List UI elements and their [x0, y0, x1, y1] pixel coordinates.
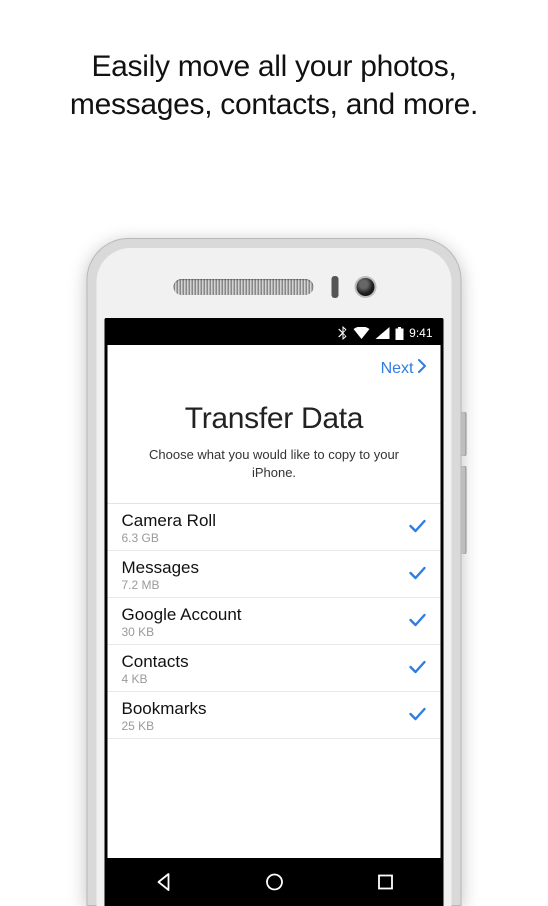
item-size: 25 KB	[122, 719, 409, 733]
item-name: Google Account	[122, 605, 409, 625]
chevron-right-icon	[418, 359, 427, 378]
phone-screen: 9:41 Next Transfer Data Choose what you …	[105, 318, 444, 906]
wifi-icon	[353, 327, 369, 339]
power-button	[462, 412, 467, 456]
item-name: Bookmarks	[122, 699, 409, 719]
recents-icon[interactable]	[374, 871, 396, 893]
screen-subtitle: Choose what you would like to copy to yo…	[108, 436, 441, 503]
check-icon	[409, 519, 427, 538]
item-name: Contacts	[122, 652, 409, 672]
check-icon	[409, 660, 427, 679]
front-camera	[357, 278, 375, 296]
screen-title: Transfer Data	[108, 402, 441, 436]
check-icon	[409, 613, 427, 632]
volume-button	[462, 466, 467, 554]
check-icon	[409, 707, 427, 726]
check-icon	[409, 566, 427, 585]
item-name: Camera Roll	[122, 511, 409, 531]
battery-icon	[395, 327, 403, 340]
next-label: Next	[381, 360, 414, 378]
speaker-grille	[174, 279, 314, 295]
next-button[interactable]: Next	[381, 359, 427, 378]
item-size: 30 KB	[122, 625, 409, 639]
transfer-list: Camera Roll 6.3 GB Messages 7.2 MB	[108, 503, 441, 739]
bluetooth-icon	[337, 326, 347, 340]
marketing-headline: Easily move all your photos, messages, c…	[0, 0, 548, 123]
phone-earpiece-row	[105, 262, 444, 312]
sensor-slit	[332, 276, 339, 298]
phone-mockup: 9:41 Next Transfer Data Choose what you …	[87, 238, 462, 906]
item-size: 6.3 GB	[122, 531, 409, 545]
list-item[interactable]: Google Account 30 KB	[108, 598, 441, 645]
android-status-bar: 9:41	[108, 321, 441, 345]
item-name: Messages	[122, 558, 409, 578]
list-item[interactable]: Camera Roll 6.3 GB	[108, 504, 441, 551]
item-size: 4 KB	[122, 672, 409, 686]
item-size: 7.2 MB	[122, 578, 409, 592]
list-item[interactable]: Bookmarks 25 KB	[108, 692, 441, 739]
cell-signal-icon	[375, 327, 389, 339]
list-item[interactable]: Messages 7.2 MB	[108, 551, 441, 598]
status-time: 9:41	[409, 326, 432, 340]
list-item[interactable]: Contacts 4 KB	[108, 645, 441, 692]
home-icon[interactable]	[263, 871, 285, 893]
back-icon[interactable]	[152, 871, 174, 893]
